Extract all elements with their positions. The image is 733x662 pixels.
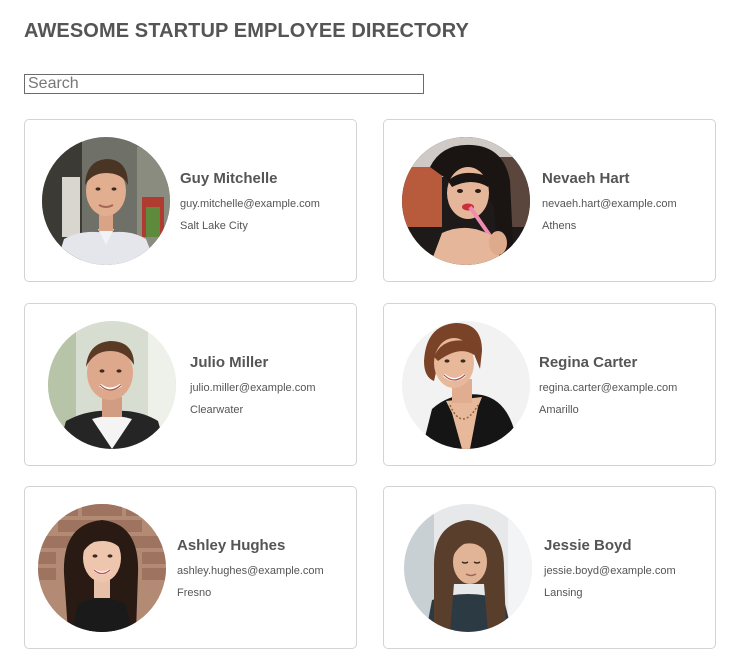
employee-name: Guy Mitchelle bbox=[180, 170, 278, 187]
employee-info: Jessie Boyd jessie.boyd@example.com Lans… bbox=[544, 537, 676, 600]
employee-city: Amarillo bbox=[539, 404, 579, 416]
avatar bbox=[38, 504, 166, 632]
employee-email: jessie.boyd@example.com bbox=[544, 565, 676, 577]
avatar bbox=[402, 321, 530, 449]
avatar bbox=[42, 137, 170, 265]
employee-email: nevaeh.hart@example.com bbox=[542, 198, 677, 210]
avatar bbox=[402, 137, 530, 265]
employee-card[interactable]: Julio Miller julio.miller@example.com Cl… bbox=[24, 303, 357, 466]
employee-info: Guy Mitchelle guy.mitchelle@example.com … bbox=[180, 170, 320, 233]
employee-info: Nevaeh Hart nevaeh.hart@example.com Athe… bbox=[542, 170, 677, 233]
avatar bbox=[404, 504, 532, 632]
employee-city: Fresno bbox=[177, 587, 212, 599]
employee-name: Julio Miller bbox=[190, 354, 269, 371]
employee-email: ashley.hughes@example.com bbox=[177, 565, 324, 577]
employee-card[interactable]: Regina Carter regina.carter@example.com … bbox=[383, 303, 716, 466]
employee-email: regina.carter@example.com bbox=[539, 382, 678, 394]
page-title: AWESOME STARTUP EMPLOYEE DIRECTORY bbox=[24, 20, 469, 42]
employee-card[interactable]: Ashley Hughes ashley.hughes@example.com … bbox=[24, 486, 357, 649]
avatar bbox=[48, 321, 176, 449]
employee-card[interactable]: Jessie Boyd jessie.boyd@example.com Lans… bbox=[383, 486, 716, 649]
employee-info: Ashley Hughes ashley.hughes@example.com … bbox=[177, 537, 324, 600]
employee-name: Nevaeh Hart bbox=[542, 170, 630, 187]
employee-city: Lansing bbox=[544, 587, 583, 599]
employee-city: Clearwater bbox=[190, 404, 244, 416]
employee-name: Regina Carter bbox=[539, 354, 638, 371]
employee-info: Regina Carter regina.carter@example.com … bbox=[539, 354, 677, 417]
search-input[interactable] bbox=[24, 74, 424, 94]
employee-email: julio.miller@example.com bbox=[190, 382, 316, 394]
employee-city: Salt Lake City bbox=[180, 220, 248, 232]
employee-info: Julio Miller julio.miller@example.com Cl… bbox=[190, 354, 315, 417]
employee-email: guy.mitchelle@example.com bbox=[180, 198, 320, 210]
employee-city: Athens bbox=[542, 220, 577, 232]
employee-card[interactable]: Guy Mitchelle guy.mitchelle@example.com … bbox=[24, 119, 357, 282]
employee-name: Jessie Boyd bbox=[544, 537, 632, 554]
employee-name: Ashley Hughes bbox=[177, 537, 286, 554]
employee-card[interactable]: Nevaeh Hart nevaeh.hart@example.com Athe… bbox=[383, 119, 716, 282]
